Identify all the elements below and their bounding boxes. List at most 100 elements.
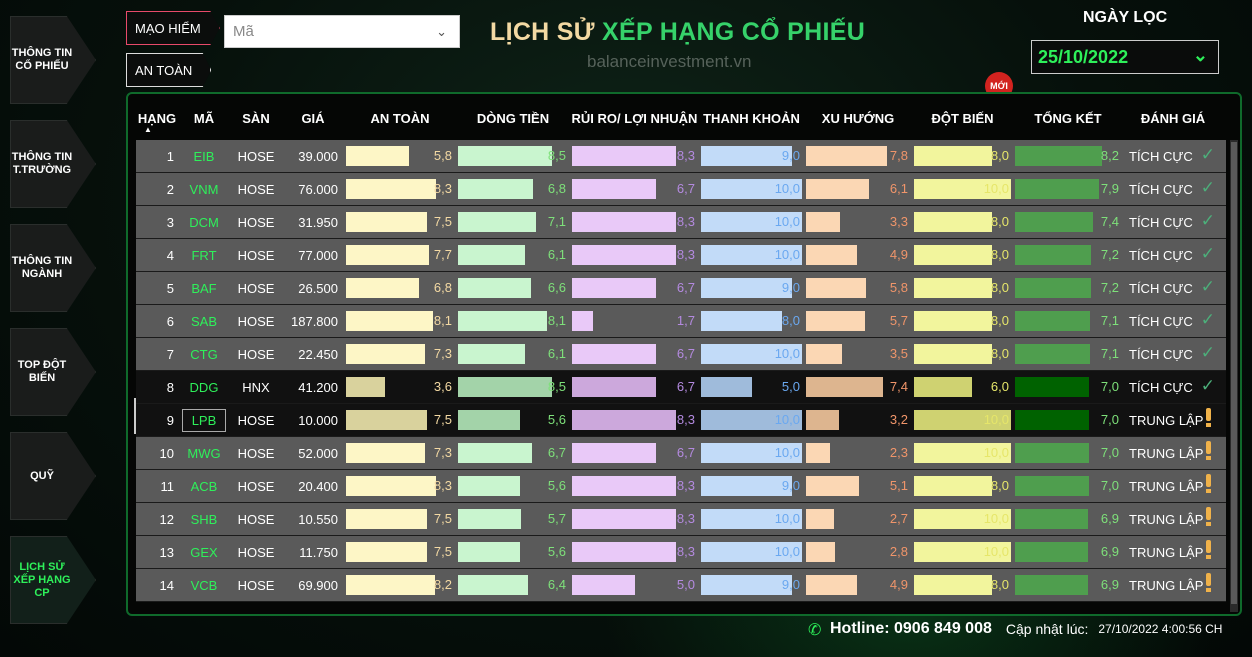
table-row[interactable]: 2 VNM HOSE 76.000 8,3 6,8 6,7 10,0 6,1 10,0 7,9 TÍC… bbox=[136, 173, 1226, 206]
score-bar bbox=[458, 575, 528, 595]
cell-risk-return: 6,7 bbox=[570, 173, 699, 205]
table-row[interactable]: 5 BAF HOSE 26.500 6,8 6,6 6,7 9,0 5,8 8,0 7,2 TÍCH … bbox=[136, 272, 1226, 305]
stock-code-link[interactable]: SAB bbox=[191, 314, 217, 329]
score-bar bbox=[806, 179, 869, 199]
code-select[interactable]: Mã ⌄ bbox=[224, 15, 460, 48]
stock-code-link[interactable]: CTG bbox=[190, 347, 217, 362]
column-header-trend[interactable]: XU HƯỚNG bbox=[804, 100, 912, 136]
table-row[interactable]: 3 DCM HOSE 31.950 7,5 7,1 8,3 10,0 3,3 8,0 7,4 TÍCH… bbox=[136, 206, 1226, 239]
table-row[interactable]: 12 SHB HOSE 10.550 7,5 5,7 8,3 10,0 2,7 10,0 6,9 TR… bbox=[136, 503, 1226, 536]
stock-code-link[interactable]: BAF bbox=[191, 281, 216, 296]
date-filter-label: NGÀY LỌC bbox=[1083, 9, 1168, 26]
score-bar bbox=[346, 575, 435, 595]
sidebar-item-ranking-history[interactable]: LỊCH SỬ XẾP HẠNG CP bbox=[10, 536, 96, 624]
cell-exchange: HOSE bbox=[237, 313, 275, 329]
column-header-exchange[interactable]: SÀN bbox=[230, 100, 282, 136]
column-header-risk-return[interactable]: RỦI RO/ LỢI NHUẬN bbox=[570, 100, 699, 136]
sidebar-item-funds[interactable]: QUỸ bbox=[10, 432, 96, 520]
cell-safety: 5,8 bbox=[344, 140, 456, 172]
cell-rating: TRUNG LẬP bbox=[1123, 470, 1223, 502]
exclamation-icon bbox=[1206, 474, 1211, 493]
stock-code-link[interactable]: SHB bbox=[191, 512, 218, 527]
stock-code-link[interactable]: ACB bbox=[191, 479, 218, 494]
cell-trend: 3,5 bbox=[804, 338, 912, 370]
table-row[interactable]: 11 ACB HOSE 20.400 8,3 5,6 8,3 9,0 5,1 8,0 7,0 TRUN… bbox=[136, 470, 1226, 503]
cell-rank: 9 bbox=[166, 412, 174, 428]
date-filter-select[interactable]: 25/10/2022 ⌄ bbox=[1031, 40, 1219, 74]
cell-liquidity: 5,0 bbox=[699, 371, 804, 403]
table-row[interactable]: 14 VCB HOSE 69.900 8,2 6,4 5,0 9,0 4,9 8,0 6,9 TRUN… bbox=[136, 569, 1226, 602]
cell-safety: 7,5 bbox=[344, 206, 456, 238]
column-header-code[interactable]: MÃ bbox=[178, 100, 230, 136]
chevron-down-icon: ⌄ bbox=[436, 24, 447, 39]
stock-code-link[interactable]: LPB bbox=[181, 408, 227, 432]
table-row[interactable]: 4 FRT HOSE 77.000 7,7 6,1 8,3 10,0 4,9 8,0 7,2 TÍCH… bbox=[136, 239, 1226, 272]
stock-code-link[interactable]: DCM bbox=[189, 215, 219, 230]
table-row[interactable]: 8 DDG HNX 41.200 3,6 8,5 6,7 5,0 7,4 6,0 7,0 TÍCH C… bbox=[136, 371, 1226, 404]
cell-breakout: 8,0 bbox=[912, 140, 1013, 172]
column-header-rating[interactable]: ĐÁNH GIÁ bbox=[1123, 100, 1223, 136]
scrollbar-thumb[interactable] bbox=[1231, 142, 1237, 604]
cell-price: 11.750 bbox=[299, 544, 338, 560]
column-header-cashflow[interactable]: DÒNG TIỀN bbox=[456, 100, 570, 136]
column-header-rank[interactable]: HẠNG ▲ bbox=[136, 100, 178, 136]
stock-code-link[interactable]: EIB bbox=[194, 149, 215, 164]
cell-safety: 7,7 bbox=[344, 239, 456, 271]
cell-exchange: HOSE bbox=[237, 181, 275, 197]
cell-liquidity: 10,0 bbox=[699, 173, 804, 205]
cell-rating: TÍCH CỰC ✓ bbox=[1129, 244, 1215, 263]
table-row[interactable]: 1 EIB HOSE 39.000 5,8 8,5 8,3 9,0 7,8 8,0 8,2 TÍCH … bbox=[136, 140, 1226, 173]
sidebar-item-stock-info[interactable]: THÔNG TIN CỔ PHIẾU bbox=[10, 16, 96, 104]
table-row[interactable]: 9 LPB HOSE 10.000 7,5 5,6 8,3 10,0 3,2 10,0 7,0 TRU… bbox=[136, 404, 1226, 437]
table-row[interactable]: 7 CTG HOSE 22.450 7,3 6,1 6,7 10,0 3,5 8,0 7,1 TÍCH… bbox=[136, 338, 1226, 371]
column-header-price[interactable]: GIÁ bbox=[282, 100, 344, 136]
sidebar-item-industry-info[interactable]: THÔNG TIN NGÀNH bbox=[10, 224, 96, 312]
score-bar bbox=[458, 146, 552, 166]
cell-total: 7,2 bbox=[1013, 239, 1123, 271]
score-bar bbox=[572, 509, 676, 529]
stock-code-link[interactable]: VNM bbox=[190, 182, 219, 197]
cell-rank: 3 bbox=[166, 214, 174, 230]
stock-code-link[interactable]: FRT bbox=[191, 248, 216, 263]
risk-filter-chip[interactable]: MẠO HIỂM bbox=[126, 11, 220, 45]
cell-rank: 14 bbox=[159, 577, 174, 593]
table-row[interactable]: 13 GEX HOSE 11.750 7,5 5,6 8,3 10,0 2,8 10,0 6,9 TR… bbox=[136, 536, 1226, 569]
cell-rating: TÍCH CỰC ✓ bbox=[1129, 145, 1215, 164]
column-header-breakout[interactable]: ĐỘT BIẾN bbox=[912, 100, 1013, 136]
column-header-liquidity[interactable]: THANH KHOẢN bbox=[699, 100, 804, 136]
cell-rating: TÍCH CỰC ✓ bbox=[1129, 178, 1215, 197]
cell-trend: 5,1 bbox=[804, 470, 912, 502]
stock-code-link[interactable]: DDG bbox=[190, 380, 219, 395]
cell-risk-return: 8,3 bbox=[570, 404, 699, 436]
stock-code-link[interactable]: MWG bbox=[187, 446, 220, 461]
cell-cashflow: 5,6 bbox=[456, 536, 570, 568]
table-row[interactable]: 6 SAB HOSE 187.800 8,1 8,1 1,7 8,0 5,7 8,0 7,1 TÍCH… bbox=[136, 305, 1226, 338]
cell-cashflow: 5,7 bbox=[456, 503, 570, 535]
vertical-scrollbar[interactable] bbox=[1230, 140, 1238, 612]
check-icon: ✓ bbox=[1200, 244, 1215, 263]
cell-exchange: HOSE bbox=[237, 445, 275, 461]
column-header-total[interactable]: TỔNG KẾT bbox=[1013, 100, 1123, 136]
sidebar-item-market-info[interactable]: THÔNG TIN T.TRƯỜNG bbox=[10, 120, 96, 208]
stock-code-link[interactable]: VCB bbox=[191, 578, 218, 593]
cell-total: 7,0 bbox=[1013, 371, 1123, 403]
cell-breakout: 8,0 bbox=[912, 338, 1013, 370]
cell-total: 7,9 bbox=[1013, 173, 1123, 205]
page-title: LỊCH SỬ XẾP HẠNG CỔ PHIẾU bbox=[490, 18, 866, 46]
cell-total: 6,9 bbox=[1013, 536, 1123, 568]
cell-rating: TÍCH CỰC ✓ bbox=[1129, 376, 1215, 395]
cell-code: CTG bbox=[178, 338, 230, 370]
column-header-safety[interactable]: AN TOÀN bbox=[344, 100, 456, 136]
cell-risk-return: 8,3 bbox=[570, 536, 699, 568]
table-row[interactable]: 10 MWG HOSE 52.000 7,3 6,7 6,7 10,0 2,3 10,0 7,0 TR… bbox=[136, 437, 1226, 470]
score-bar bbox=[572, 344, 656, 364]
cell-total: 7,4 bbox=[1013, 206, 1123, 238]
stock-code-link[interactable]: GEX bbox=[190, 545, 217, 560]
score-bar bbox=[806, 245, 857, 265]
cell-trend: 3,2 bbox=[804, 404, 912, 436]
sidebar-item-top-breakout[interactable]: TOP ĐỘT BIẾN bbox=[10, 328, 96, 416]
safe-filter-chip[interactable]: AN TOÀN bbox=[126, 53, 212, 87]
cell-cashflow: 6,1 bbox=[456, 239, 570, 271]
cell-price: 10.550 bbox=[298, 511, 338, 527]
score-bar bbox=[806, 443, 830, 463]
